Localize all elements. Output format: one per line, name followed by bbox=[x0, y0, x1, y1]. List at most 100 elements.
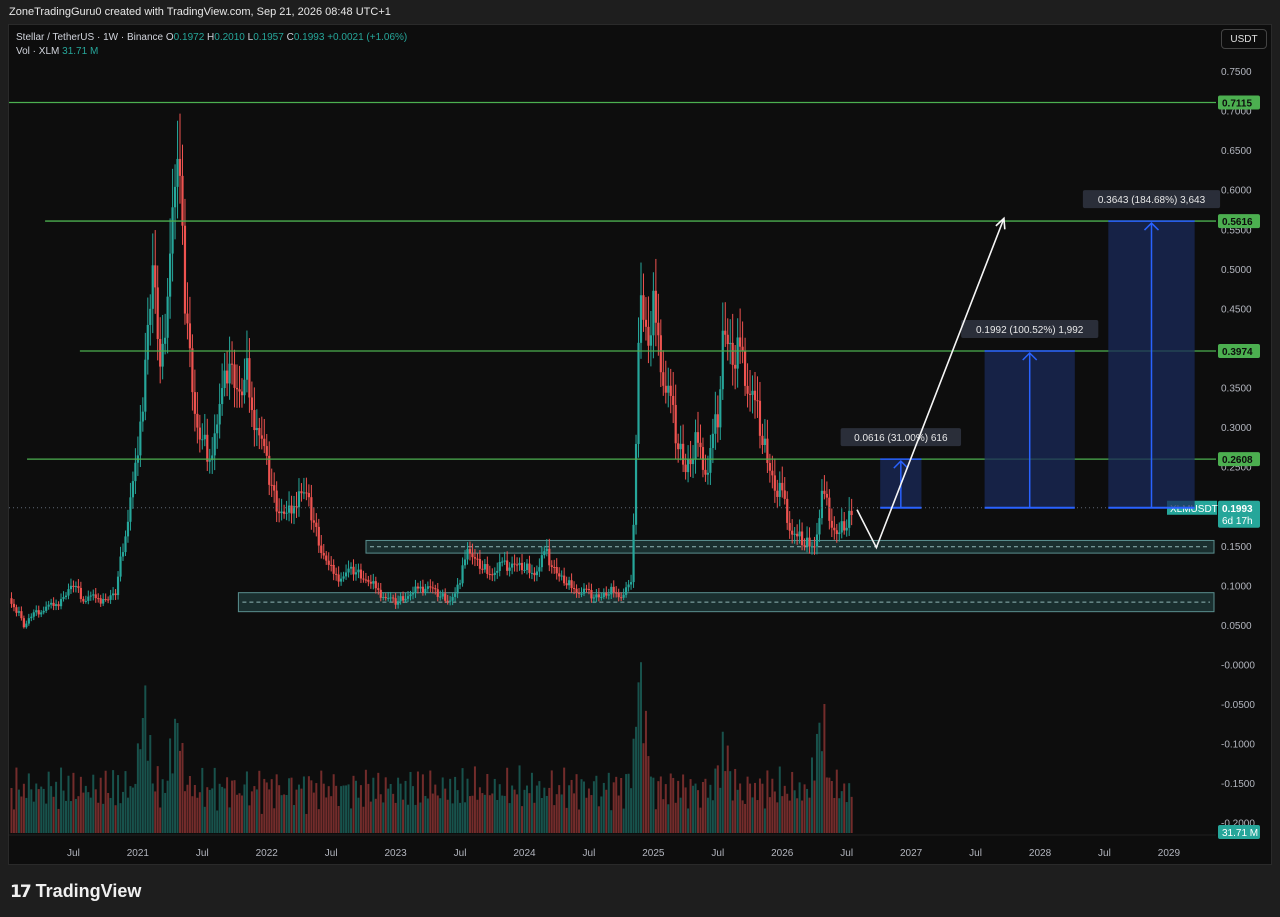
candle-body bbox=[771, 470, 774, 476]
candle-body bbox=[436, 589, 439, 597]
candle-body bbox=[691, 459, 695, 465]
candle-body bbox=[168, 253, 172, 297]
volume-bar bbox=[464, 802, 467, 833]
candle-body bbox=[763, 438, 767, 446]
tradingview-logo[interactable]: 17 TradingView bbox=[10, 881, 141, 902]
volume-bar bbox=[181, 742, 184, 833]
candle-body bbox=[357, 569, 360, 573]
volume-bar bbox=[649, 776, 652, 833]
candle-body bbox=[468, 549, 472, 554]
volume-bar bbox=[744, 803, 747, 833]
candle-body bbox=[672, 395, 675, 405]
time-tick-label: Jul bbox=[1098, 848, 1111, 859]
candle-body bbox=[577, 592, 581, 594]
volume-bar bbox=[694, 783, 697, 833]
volume-bar bbox=[511, 785, 514, 833]
candle-body bbox=[161, 343, 164, 367]
candle-body bbox=[513, 563, 516, 565]
volume-bar bbox=[392, 793, 395, 833]
time-tick-label: Jul bbox=[325, 848, 338, 859]
volume-bar bbox=[478, 787, 481, 833]
volume-bar bbox=[263, 778, 266, 833]
candle-body bbox=[501, 561, 504, 563]
volume-bar bbox=[766, 770, 769, 833]
candle-body bbox=[823, 490, 826, 494]
candle-body bbox=[632, 524, 635, 583]
volume-bar bbox=[45, 803, 48, 833]
volume-bar bbox=[161, 779, 164, 833]
header-bar: ZoneTradingGuru0 created with TradingVie… bbox=[0, 0, 1280, 24]
volume-bar bbox=[595, 775, 598, 833]
time-tick-label: Jul bbox=[583, 848, 596, 859]
candle-body bbox=[845, 527, 848, 531]
volume-bar bbox=[174, 718, 177, 833]
chart-area[interactable]: 0.7500 0.7000 0.6500 0.6000 0.5500 0.5000 0.45… bbox=[8, 24, 1272, 865]
price-tick-label: 0.5000 bbox=[1221, 265, 1252, 276]
volume-bar bbox=[627, 773, 630, 833]
volume-bar bbox=[25, 797, 28, 833]
volume-bar bbox=[94, 789, 97, 833]
volume-bar bbox=[22, 783, 25, 833]
volume-bar bbox=[397, 777, 400, 833]
volume-bar bbox=[183, 791, 186, 833]
candle-body bbox=[305, 492, 308, 494]
volume-value: 31.71 M bbox=[62, 46, 99, 57]
volume-bar bbox=[245, 771, 248, 833]
level-price-label: 0.2608 bbox=[1222, 455, 1253, 466]
volume-bar bbox=[535, 785, 538, 833]
volume-bar bbox=[456, 790, 459, 833]
volume-bar bbox=[825, 777, 828, 833]
volume-bar bbox=[136, 743, 139, 833]
candle-body bbox=[669, 385, 672, 396]
volume-bar bbox=[617, 795, 620, 833]
candle-body bbox=[228, 363, 231, 384]
price-tick-label: -0.0000 bbox=[1221, 660, 1255, 671]
volume-bar bbox=[778, 766, 781, 833]
candle-body bbox=[788, 522, 791, 531]
price-chart[interactable]: 0.75000.70000.65000.60000.55000.50000.45… bbox=[9, 25, 1271, 864]
candle-body bbox=[476, 558, 479, 560]
candle-body bbox=[840, 521, 843, 533]
volume-bar bbox=[131, 787, 134, 833]
candle-body bbox=[263, 438, 266, 447]
volume-bar bbox=[699, 807, 702, 833]
volume-bar bbox=[345, 785, 348, 833]
volume-bar bbox=[654, 809, 657, 833]
symbol-title[interactable]: Stellar / TetherUS · 1W · Binance bbox=[16, 32, 163, 43]
volume-bar bbox=[716, 765, 719, 833]
candle-body bbox=[786, 498, 789, 523]
volume-bar bbox=[151, 783, 154, 833]
volume-bar bbox=[815, 733, 818, 833]
candle-body bbox=[778, 482, 781, 497]
candle-body bbox=[27, 618, 30, 624]
candle-body bbox=[59, 599, 63, 607]
currency-button[interactable]: USDT bbox=[1221, 29, 1267, 49]
candle-body bbox=[320, 545, 323, 553]
candle-body bbox=[327, 560, 330, 565]
candle-body bbox=[523, 570, 526, 572]
volume-bar bbox=[525, 785, 528, 833]
volume-bar bbox=[791, 771, 794, 833]
candle-body bbox=[379, 589, 382, 598]
volume-bar bbox=[67, 775, 70, 833]
volume-bar bbox=[721, 731, 724, 833]
candle-body bbox=[203, 434, 206, 440]
candle-body bbox=[186, 313, 189, 324]
level-price-label: 0.7115 bbox=[1222, 98, 1252, 109]
candle-body bbox=[659, 335, 662, 373]
volume-bar bbox=[414, 804, 417, 833]
candle-body bbox=[223, 370, 226, 389]
volume-bar bbox=[409, 771, 412, 833]
candle-body bbox=[461, 565, 464, 584]
volume-bar bbox=[52, 796, 55, 833]
candle-body bbox=[176, 158, 179, 187]
volume-label[interactable]: Vol · XLM bbox=[16, 46, 59, 57]
volume-bar bbox=[315, 783, 318, 833]
volume-bar bbox=[372, 777, 375, 833]
projection-label: 0.3643 (184.68%) 3,643 bbox=[1098, 195, 1206, 206]
candle-body bbox=[240, 391, 244, 396]
volume-bar bbox=[218, 783, 221, 833]
candle-body bbox=[674, 404, 677, 444]
candle-body bbox=[332, 564, 335, 574]
volume-bar bbox=[141, 717, 144, 833]
